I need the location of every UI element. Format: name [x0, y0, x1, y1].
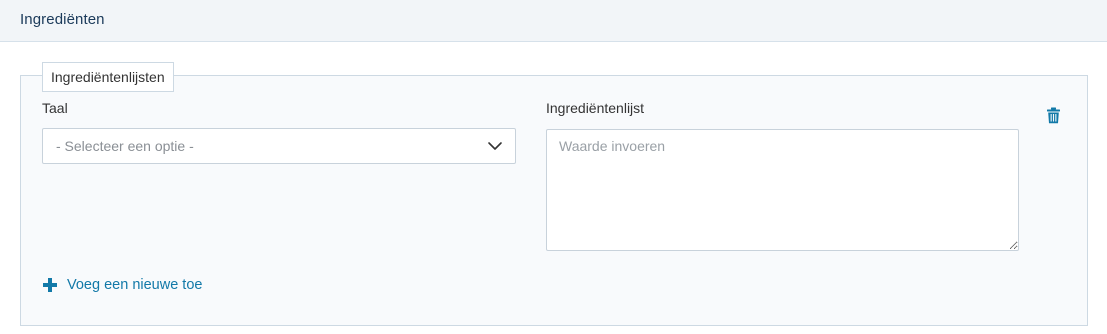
fieldset-legend: Ingrediëntenlijsten: [42, 62, 174, 92]
language-select-value: - Selecteer een optie -: [56, 138, 194, 154]
language-label: Taal: [42, 100, 68, 116]
plus-icon: [43, 278, 57, 292]
language-select[interactable]: - Selecteer een optie -: [42, 128, 516, 164]
ingredient-list-label: Ingrediëntenlijst: [546, 100, 645, 116]
ingredient-list-textarea[interactable]: [546, 129, 1019, 251]
add-new-button[interactable]: Voeg een nieuwe toe: [42, 275, 202, 295]
add-new-label: Voeg een nieuwe toe: [67, 277, 203, 293]
section-title: Ingrediënten: [20, 11, 105, 28]
section-header: Ingrediënten: [0, 0, 1107, 42]
trash-icon[interactable]: [1046, 107, 1061, 124]
chevron-down-icon: [488, 142, 502, 150]
